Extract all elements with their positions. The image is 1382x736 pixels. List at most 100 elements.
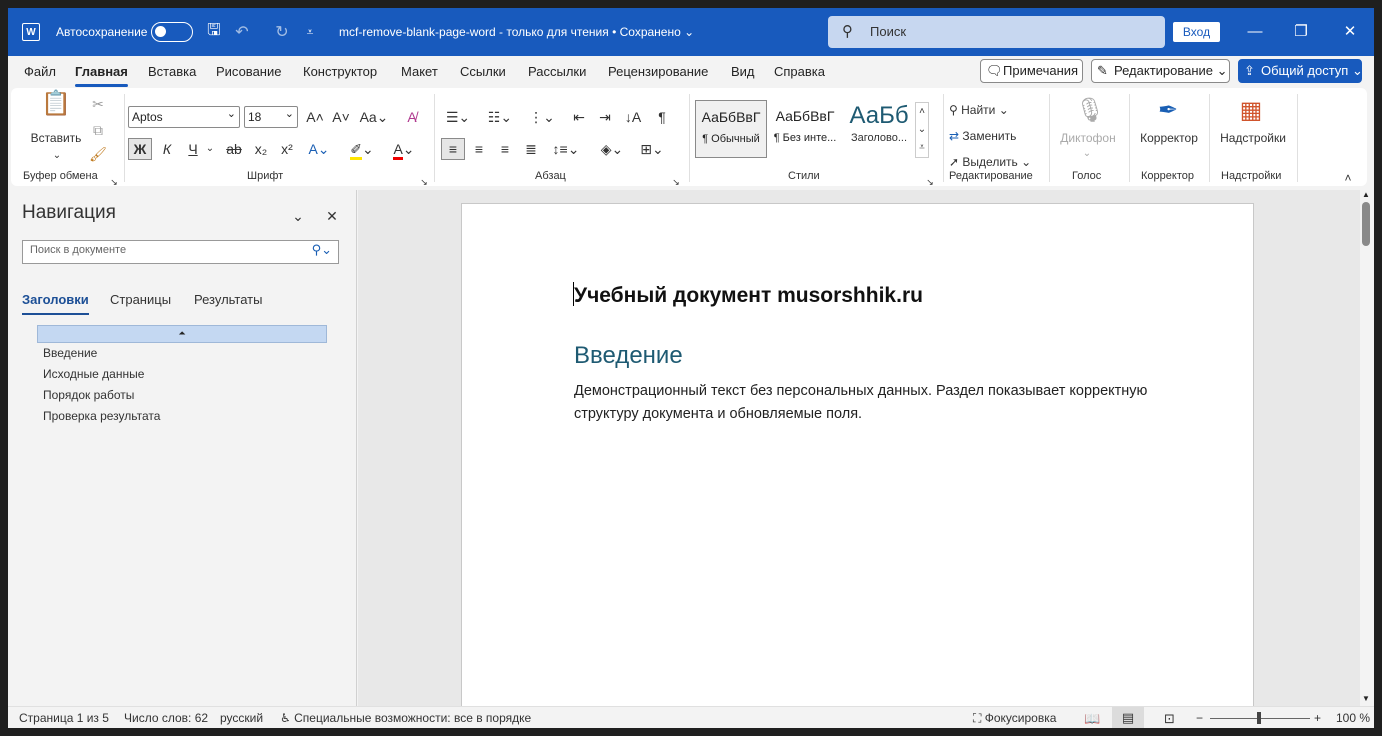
tab-help[interactable]: Справка	[774, 64, 825, 79]
paragraph-launcher-icon[interactable]: ↘	[671, 172, 681, 192]
collapse-ribbon-icon[interactable]: ˄	[1341, 168, 1355, 188]
styles-scroll-icon[interactable]: ˄ ⌄ ⩡	[915, 102, 929, 158]
tab-layout[interactable]: Макет	[401, 64, 438, 79]
focus-mode-button[interactable]: ⛶ Фокусировка	[973, 711, 1056, 726]
cut-icon[interactable]: ✂	[89, 94, 107, 114]
pane-options-icon[interactable]: ⌄	[290, 206, 306, 226]
dictate-dropdown-icon[interactable]: ⌄	[1081, 144, 1093, 164]
shading-icon[interactable]: ◈⌄	[595, 139, 629, 159]
strikethrough-icon[interactable]: ab	[223, 139, 245, 159]
subscript-icon[interactable]: x₂	[251, 139, 271, 159]
editor-icon[interactable]: ✒	[1155, 96, 1181, 126]
zoom-level[interactable]: 100 %	[1336, 711, 1370, 725]
find-button[interactable]: ⚲ Найти ⌄	[949, 100, 1039, 120]
editor-button-label[interactable]: Корректор	[1135, 128, 1203, 148]
tab-home[interactable]: Главная	[75, 64, 128, 87]
tab-view[interactable]: Вид	[731, 64, 755, 79]
clear-formatting-icon[interactable]: A̸	[401, 107, 423, 127]
align-center-icon[interactable]: ≡	[469, 139, 489, 159]
multilevel-list-icon[interactable]: ⋮⌄	[525, 107, 559, 127]
nav-heading-item[interactable]: Исходные данные	[43, 367, 144, 381]
font-size-select[interactable]: 18	[244, 104, 298, 128]
document-search-input[interactable]: Поиск в документе ⚲⌄	[22, 240, 339, 264]
autosave-toggle[interactable]	[151, 22, 193, 42]
addins-button-label[interactable]: Надстройки	[1215, 128, 1291, 148]
italic-button[interactable]: К	[157, 139, 177, 159]
login-button[interactable]: Вход	[1173, 22, 1220, 42]
word-count[interactable]: Число слов: 62	[124, 711, 208, 725]
underline-dropdown-icon[interactable]: ⌄	[204, 139, 216, 159]
bold-button[interactable]: Ж	[128, 138, 152, 160]
nav-heading-item[interactable]: Проверка результата	[43, 409, 160, 423]
align-left-icon[interactable]: ≡	[441, 138, 465, 160]
format-painter-icon[interactable]: 🖌	[89, 144, 107, 164]
search-icon[interactable]: ⚲⌄	[312, 242, 332, 258]
font-color-icon[interactable]: A⌄	[387, 139, 421, 160]
scroll-down-icon[interactable]: ▼	[1362, 694, 1370, 703]
paste-dropdown-icon[interactable]: ⌄	[51, 146, 63, 166]
align-right-icon[interactable]: ≡	[495, 139, 515, 159]
document-title[interactable]: mcf-remove-blank-page-word - только для …	[339, 25, 694, 39]
restore-icon[interactable]: ❐	[1289, 20, 1313, 44]
close-pane-icon[interactable]: ✕	[324, 206, 340, 226]
justify-icon[interactable]: ≣	[521, 139, 541, 159]
underline-button[interactable]: Ч	[183, 139, 203, 159]
language-indicator[interactable]: русский	[220, 711, 263, 725]
scroll-thumb[interactable]	[1362, 202, 1370, 246]
nav-tab-results[interactable]: Результаты	[194, 292, 262, 307]
replace-button[interactable]: ⇄ Заменить	[949, 126, 1039, 146]
web-layout-icon[interactable]: ⊡	[1164, 711, 1175, 727]
collapse-all-bar[interactable]: ⏶	[37, 325, 327, 343]
nav-tab-headings[interactable]: Заголовки	[22, 292, 89, 315]
tab-design[interactable]: Конструктор	[303, 64, 377, 79]
read-mode-icon[interactable]: 📖	[1084, 711, 1100, 727]
customize-toolbar-icon[interactable]: ⩡	[300, 21, 320, 43]
paste-icon[interactable]: 📋	[41, 92, 71, 126]
tab-insert[interactable]: Вставка	[148, 64, 196, 79]
minimize-icon[interactable]: —	[1243, 20, 1267, 44]
close-icon[interactable]: ✕	[1338, 20, 1362, 44]
select-button[interactable]: ➚ Выделить ⌄	[949, 152, 1039, 172]
zoom-in-icon[interactable]: +	[1314, 711, 1321, 725]
document-page[interactable]: Учебный документ musorshhik.ru Введение …	[461, 203, 1254, 723]
tab-references[interactable]: Ссылки	[460, 64, 506, 79]
save-icon[interactable]: 🖫	[204, 21, 224, 43]
styles-launcher-icon[interactable]: ↘	[925, 172, 935, 192]
tab-draw[interactable]: Рисование	[216, 64, 281, 79]
paste-label[interactable]: Вставить	[25, 128, 87, 148]
tab-review[interactable]: Рецензирование	[608, 64, 708, 79]
undo-icon[interactable]: ↶	[232, 21, 252, 43]
zoom-slider-thumb[interactable]	[1257, 712, 1261, 724]
addins-icon[interactable]: ▦	[1237, 96, 1265, 126]
editing-mode-button[interactable]: ✎ Редактирование ⌄	[1091, 59, 1230, 83]
clipboard-launcher-icon[interactable]: ↘	[109, 172, 119, 192]
sort-icon[interactable]: ↓A	[623, 107, 643, 127]
style-heading[interactable]: АаБб Заголово...	[843, 100, 915, 158]
nav-heading-item[interactable]: Введение	[43, 346, 97, 360]
search-box[interactable]: ⚲ Поиск	[828, 16, 1165, 48]
tab-file[interactable]: Файл	[24, 64, 56, 79]
comments-button[interactable]: 🗨 Примечания	[980, 59, 1083, 83]
show-marks-icon[interactable]: ¶	[652, 107, 672, 127]
document-title-text[interactable]: Учебный документ musorshhik.ru	[574, 284, 923, 308]
font-launcher-icon[interactable]: ↘	[419, 172, 429, 192]
style-normal[interactable]: АаБбВвГ ¶ Обычный	[695, 100, 767, 158]
superscript-icon[interactable]: x²	[277, 139, 297, 159]
decrease-indent-icon[interactable]: ⇤	[569, 107, 589, 127]
copy-icon[interactable]: ⧉	[89, 120, 107, 140]
font-name-select[interactable]: Aptos	[128, 104, 240, 128]
borders-icon[interactable]: ⊞⌄	[635, 139, 669, 159]
bullets-icon[interactable]: ☰⌄	[441, 107, 475, 127]
document-heading-text[interactable]: Введение	[574, 342, 683, 370]
grow-font-icon[interactable]: A˄	[304, 107, 326, 127]
print-layout-icon[interactable]: ▤	[1112, 707, 1144, 728]
accessibility-status[interactable]: ♿ Специальные возможности: все в порядке	[280, 711, 531, 725]
shrink-font-icon[interactable]: A˅	[330, 107, 352, 127]
numbering-icon[interactable]: ☷⌄	[483, 107, 517, 127]
scroll-up-icon[interactable]: ▲	[1362, 190, 1370, 199]
increase-indent-icon[interactable]: ⇥	[595, 107, 615, 127]
style-no-spacing[interactable]: АаБбВвГ ¶ Без инте...	[769, 100, 841, 158]
page-count[interactable]: Страница 1 из 5	[19, 711, 109, 725]
zoom-out-icon[interactable]: −	[1196, 711, 1203, 725]
nav-tab-pages[interactable]: Страницы	[110, 292, 171, 307]
